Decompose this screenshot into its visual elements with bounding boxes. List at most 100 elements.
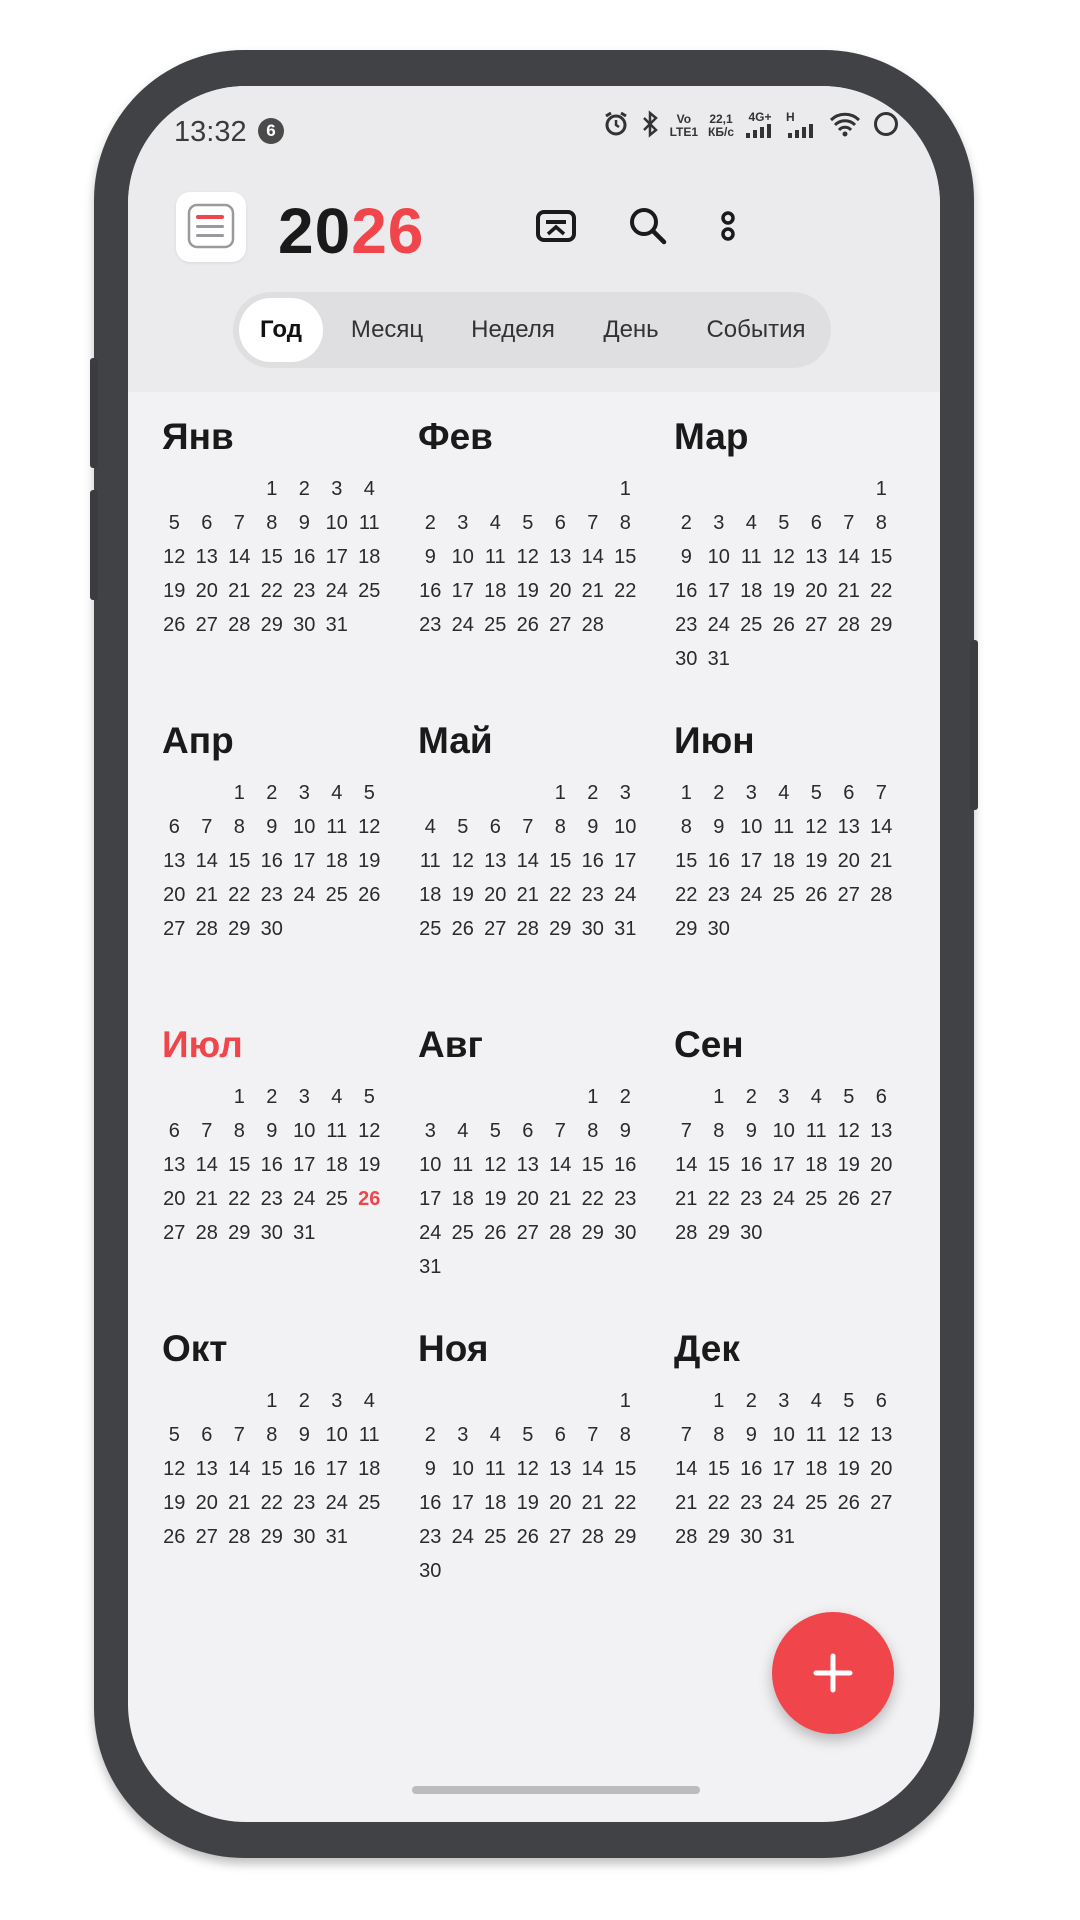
day-cell[interactable]: 26 (512, 1520, 545, 1554)
day-cell[interactable]: 13 (833, 810, 866, 844)
day-cell[interactable]: 1 (544, 776, 577, 810)
day-cell[interactable]: 14 (670, 1452, 703, 1486)
month-block[interactable]: Янв 1 2 3 4 5 6 7 8 9 10 11 12 13 14 15 16 17 18 19 20 21 22 23… (158, 412, 388, 642)
day-cell[interactable]: 13 (512, 1148, 545, 1182)
day-cell[interactable]: 9 (670, 540, 703, 574)
day-cell[interactable]: 12 (833, 1418, 866, 1452)
day-cell[interactable]: 6 (865, 1384, 898, 1418)
day-cell[interactable]: 1 (670, 776, 703, 810)
day-cell[interactable]: 10 (414, 1148, 447, 1182)
month-block[interactable]: Мар 1 2 3 4 5 6 7 8 9 10 11 12 13 14 15 16 17 18 19 20 21 22 23… (670, 412, 900, 676)
day-cell[interactable]: 14 (512, 844, 545, 878)
day-cell[interactable]: 28 (833, 608, 866, 642)
day-cell[interactable]: 8 (609, 506, 642, 540)
day-cell[interactable]: 22 (609, 574, 642, 608)
day-cell[interactable]: 10 (768, 1114, 801, 1148)
day-cell[interactable]: 15 (670, 844, 703, 878)
day-cell[interactable]: 4 (479, 1418, 512, 1452)
day-cell[interactable]: 24 (768, 1182, 801, 1216)
day-cell[interactable]: 25 (800, 1486, 833, 1520)
day-cell[interactable]: 16 (256, 844, 289, 878)
day-cell[interactable]: 28 (512, 912, 545, 946)
day-cell[interactable]: 30 (670, 642, 703, 676)
day-cell[interactable]: 12 (512, 540, 545, 574)
day-cell[interactable]: 10 (321, 1418, 354, 1452)
day-cell[interactable]: 13 (544, 540, 577, 574)
day-cell[interactable]: 20 (865, 1148, 898, 1182)
day-cell[interactable]: 14 (191, 844, 224, 878)
day-cell[interactable]: 11 (735, 540, 768, 574)
day-cell[interactable]: 4 (321, 1080, 354, 1114)
day-cell[interactable]: 8 (223, 810, 256, 844)
day-cell[interactable]: 14 (223, 1452, 256, 1486)
day-cell[interactable]: 19 (479, 1182, 512, 1216)
day-cell[interactable]: 26 (353, 1182, 386, 1216)
day-cell[interactable]: 13 (158, 1148, 191, 1182)
day-cell[interactable]: 26 (833, 1486, 866, 1520)
day-cell[interactable]: 25 (735, 608, 768, 642)
day-cell[interactable]: 21 (577, 1486, 610, 1520)
day-cell[interactable]: 27 (191, 608, 224, 642)
day-cell[interactable]: 26 (833, 1182, 866, 1216)
day-cell[interactable]: 22 (670, 878, 703, 912)
day-cell[interactable]: 15 (865, 540, 898, 574)
day-cell[interactable]: 16 (609, 1148, 642, 1182)
day-cell[interactable]: 15 (703, 1452, 736, 1486)
day-cell[interactable]: 17 (768, 1452, 801, 1486)
day-cell[interactable]: 15 (544, 844, 577, 878)
day-cell[interactable]: 10 (447, 1452, 480, 1486)
day-cell[interactable]: 28 (670, 1216, 703, 1250)
day-cell[interactable]: 11 (353, 506, 386, 540)
day-cell[interactable]: 3 (321, 472, 354, 506)
day-cell[interactable]: 29 (609, 1520, 642, 1554)
day-cell[interactable]: 15 (577, 1148, 610, 1182)
day-cell[interactable]: 23 (609, 1182, 642, 1216)
day-cell[interactable]: 30 (288, 1520, 321, 1554)
day-cell[interactable]: 25 (353, 1486, 386, 1520)
day-cell[interactable]: 18 (321, 844, 354, 878)
day-cell[interactable]: 24 (703, 608, 736, 642)
day-cell[interactable]: 26 (353, 878, 386, 912)
day-cell[interactable]: 15 (703, 1148, 736, 1182)
day-cell[interactable]: 31 (609, 912, 642, 946)
day-cell[interactable]: 20 (865, 1452, 898, 1486)
day-cell[interactable]: 4 (800, 1384, 833, 1418)
day-cell[interactable]: 25 (321, 1182, 354, 1216)
day-cell[interactable]: 22 (544, 878, 577, 912)
day-cell[interactable]: 22 (703, 1486, 736, 1520)
day-cell[interactable]: 14 (191, 1148, 224, 1182)
day-cell[interactable]: 24 (447, 608, 480, 642)
day-cell[interactable]: 26 (800, 878, 833, 912)
day-cell[interactable]: 16 (735, 1148, 768, 1182)
day-cell[interactable]: 18 (479, 574, 512, 608)
day-cell[interactable]: 1 (256, 472, 289, 506)
day-cell[interactable]: 22 (256, 1486, 289, 1520)
day-cell[interactable]: 16 (414, 574, 447, 608)
day-cell[interactable]: 21 (223, 1486, 256, 1520)
day-cell[interactable]: 28 (670, 1520, 703, 1554)
day-cell[interactable]: 30 (703, 912, 736, 946)
today-button[interactable] (528, 198, 584, 254)
day-cell[interactable]: 27 (191, 1520, 224, 1554)
day-cell[interactable]: 27 (544, 1520, 577, 1554)
day-cell[interactable]: 15 (256, 1452, 289, 1486)
month-block[interactable]: Сен 1 2 3 4 5 6 7 8 9 10 11 12 13 14 15 16 17 18 19 20 21 22 23… (670, 1020, 900, 1250)
day-cell[interactable]: 9 (256, 1114, 289, 1148)
day-cell[interactable]: 21 (191, 1182, 224, 1216)
day-cell[interactable]: 11 (353, 1418, 386, 1452)
day-cell[interactable]: 27 (479, 912, 512, 946)
menu-button[interactable] (176, 192, 246, 262)
day-cell[interactable]: 17 (321, 540, 354, 574)
day-cell[interactable]: 30 (609, 1216, 642, 1250)
day-cell[interactable]: 30 (256, 912, 289, 946)
day-cell[interactable]: 1 (256, 1384, 289, 1418)
day-cell[interactable]: 21 (577, 574, 610, 608)
day-cell[interactable]: 7 (865, 776, 898, 810)
day-cell[interactable]: 11 (800, 1418, 833, 1452)
day-cell[interactable]: 24 (609, 878, 642, 912)
day-cell[interactable]: 19 (447, 878, 480, 912)
day-cell[interactable]: 10 (703, 540, 736, 574)
day-cell[interactable]: 16 (288, 540, 321, 574)
day-cell[interactable]: 19 (768, 574, 801, 608)
day-cell[interactable]: 22 (703, 1182, 736, 1216)
